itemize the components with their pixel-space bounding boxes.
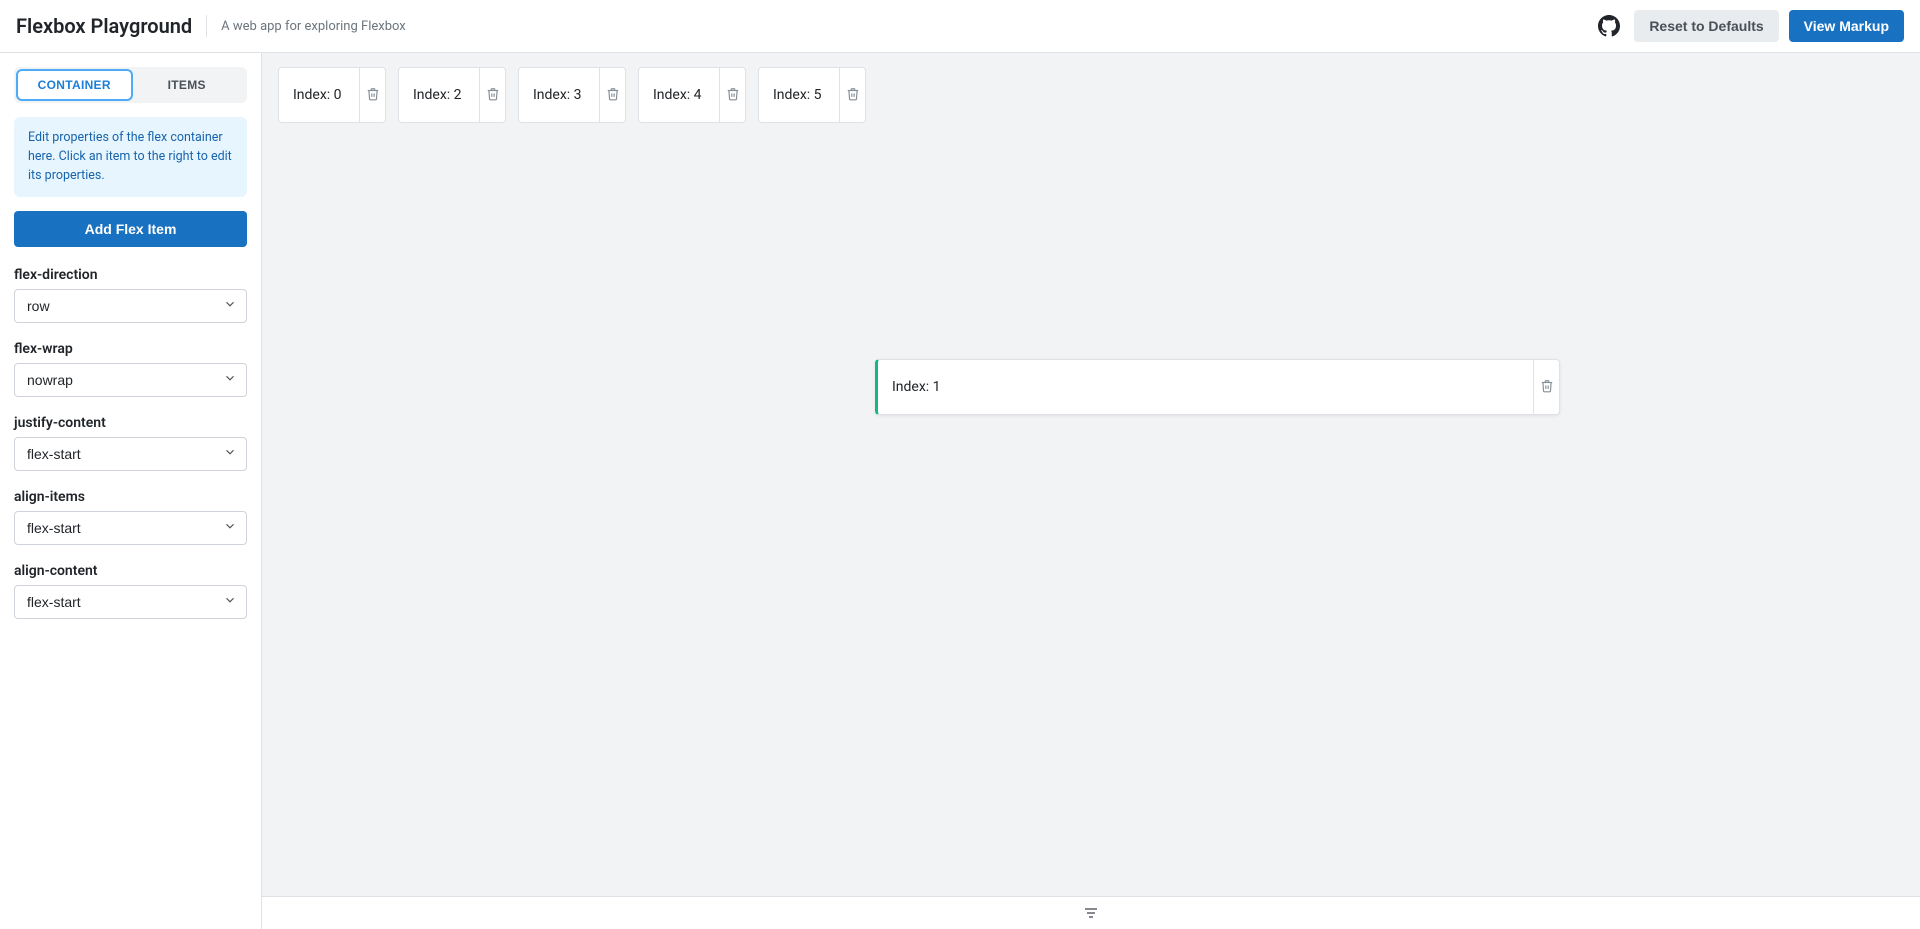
github-icon (1598, 15, 1620, 37)
add-flex-item-button[interactable]: Add Flex Item (14, 211, 247, 247)
github-link[interactable] (1594, 11, 1624, 41)
trash-icon (1540, 379, 1554, 396)
field-justify-content: justify-content flex-start (14, 415, 247, 471)
delete-item-button[interactable] (839, 68, 865, 122)
field-label: align-items (14, 489, 247, 505)
trash-icon (486, 87, 500, 104)
select-align-content[interactable]: flex-start (14, 585, 247, 619)
select-wrap: row (14, 289, 247, 323)
flex-item-label: Index: 1 (878, 379, 955, 395)
flex-canvas[interactable]: Index: 0 Index: 2 Index: 3 Index: 4 Index: 5… (262, 53, 1920, 897)
flex-item-label: Index: 0 (279, 87, 356, 103)
app-root: Flexbox Playground A web app for explori… (0, 0, 1920, 929)
flex-item-label: Index: 2 (399, 87, 476, 103)
delete-item-button[interactable] (479, 68, 505, 122)
flex-item[interactable]: Index: 0 (278, 67, 386, 123)
flex-item[interactable]: Index: 5 (758, 67, 866, 123)
sidebar-tabs: CONTAINER ITEMS (14, 67, 247, 103)
flex-item[interactable]: Index: 3 (518, 67, 626, 123)
select-flex-direction[interactable]: row (14, 289, 247, 323)
flex-item-label: Index: 4 (639, 87, 716, 103)
canvas-column: Index: 0 Index: 2 Index: 3 Index: 4 Index: 5… (262, 53, 1920, 929)
delete-item-button[interactable] (599, 68, 625, 122)
select-wrap: flex-start (14, 437, 247, 471)
field-label: flex-direction (14, 267, 247, 283)
flex-item[interactable]: Index: 4 (638, 67, 746, 123)
select-align-items[interactable]: flex-start (14, 511, 247, 545)
field-align-content: align-content flex-start (14, 563, 247, 619)
app-title: Flexbox Playground (16, 14, 192, 38)
header-left: Flexbox Playground A web app for explori… (16, 14, 406, 38)
trash-icon (606, 87, 620, 104)
delete-item-button[interactable] (719, 68, 745, 122)
sidebar-info: Edit properties of the flex container he… (14, 117, 247, 197)
reset-button[interactable]: Reset to Defaults (1634, 10, 1778, 42)
delete-item-button[interactable] (359, 68, 385, 122)
tab-container[interactable]: CONTAINER (18, 71, 131, 99)
field-align-items: align-items flex-start (14, 489, 247, 545)
field-flex-direction: flex-direction row (14, 267, 247, 323)
sidebar[interactable]: CONTAINER ITEMS Edit properties of the f… (0, 53, 262, 929)
field-label: justify-content (14, 415, 247, 431)
select-flex-wrap[interactable]: nowrap (14, 363, 247, 397)
tab-items[interactable]: ITEMS (131, 71, 244, 99)
field-label: align-content (14, 563, 247, 579)
flex-item-label: Index: 5 (759, 87, 836, 103)
flex-item[interactable]: Index: 1 (875, 359, 1560, 415)
resize-handle-icon[interactable] (1083, 905, 1099, 921)
select-wrap: nowrap (14, 363, 247, 397)
view-markup-button[interactable]: View Markup (1789, 10, 1904, 42)
trash-icon (726, 87, 740, 104)
app-tagline: A web app for exploring Flexbox (221, 19, 406, 34)
canvas-footer (262, 897, 1920, 929)
flex-item[interactable]: Index: 2 (398, 67, 506, 123)
field-label: flex-wrap (14, 341, 247, 357)
trash-icon (846, 87, 860, 104)
header-right: Reset to Defaults View Markup (1594, 10, 1904, 42)
select-wrap: flex-start (14, 511, 247, 545)
delete-item-button[interactable] (1533, 360, 1559, 414)
app-body: CONTAINER ITEMS Edit properties of the f… (0, 53, 1920, 929)
flex-item-label: Index: 3 (519, 87, 596, 103)
trash-icon (366, 87, 380, 104)
header-divider (206, 15, 207, 37)
field-flex-wrap: flex-wrap nowrap (14, 341, 247, 397)
select-wrap: flex-start (14, 585, 247, 619)
app-header: Flexbox Playground A web app for explori… (0, 0, 1920, 53)
select-justify-content[interactable]: flex-start (14, 437, 247, 471)
